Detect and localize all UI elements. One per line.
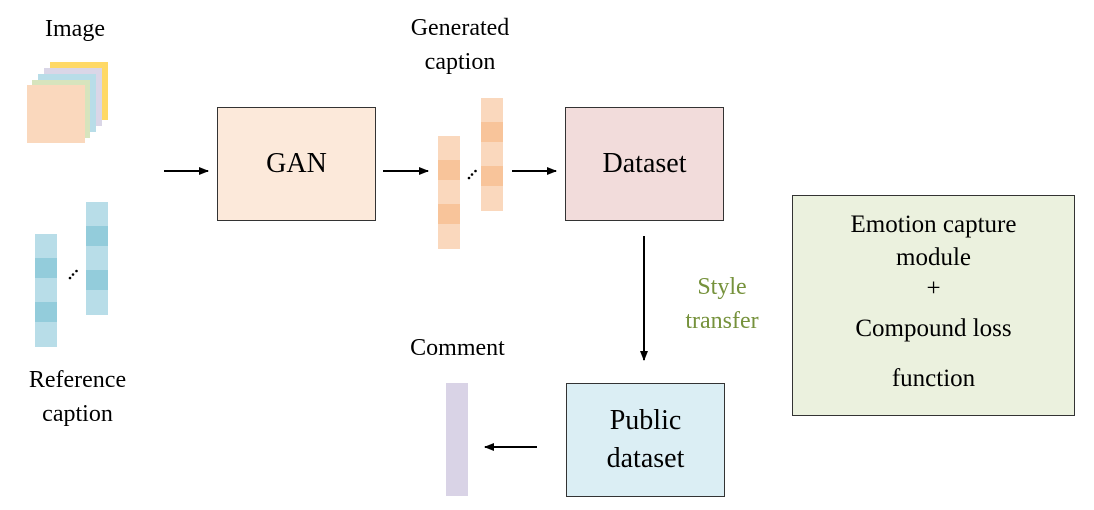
image-stack-icon [27, 62, 108, 143]
module-line1: Emotion capture module [850, 210, 1017, 271]
reference-vector-segment [86, 202, 108, 226]
comment-bar [446, 383, 468, 496]
reference-vector-segment [35, 234, 57, 258]
generated-vector-segment [481, 166, 503, 186]
generated-vector-segment [481, 142, 503, 166]
module-line2: Compound loss function [855, 314, 1012, 392]
generated-caption-label: Generated caption [410, 15, 510, 75]
module-plus: + [926, 274, 941, 302]
generated-vector-segment [481, 122, 503, 142]
reference-vector-segment [35, 278, 57, 302]
reference-vector-segment [86, 226, 108, 246]
gan-box: GAN [217, 107, 376, 221]
diagram: Image Reference caption Generated captio… [0, 0, 1094, 510]
reference-caption-label: Reference caption [28, 367, 127, 427]
comment-label: Comment [410, 335, 505, 361]
generated-vector-segment [481, 98, 503, 122]
public-dataset-box: Public dataset [566, 383, 725, 497]
reference-vector-segment [35, 302, 57, 322]
generated-vector-segment [438, 136, 460, 160]
reference-vector-segment [35, 322, 57, 347]
emotion-module-box: Emotion capture module + Compound loss f… [792, 195, 1075, 416]
generated-vector-segment [481, 186, 503, 211]
generated-caption-vectors [438, 98, 503, 249]
generated-vector-segment [438, 160, 460, 180]
reference-vector-segment [86, 270, 108, 290]
reference-vector-segment [86, 290, 108, 315]
style-transfer-label: Style transfer [685, 274, 759, 334]
generated-vector-segment [438, 204, 460, 224]
reference-vector-segment [86, 246, 108, 270]
reference-caption-vectors [35, 202, 108, 347]
generated-vector-segment [438, 224, 460, 249]
reference-vector-segment [35, 258, 57, 278]
generated-vector-segment [438, 180, 460, 204]
dataset-box: Dataset [565, 107, 724, 221]
image-label: Image [45, 16, 105, 42]
